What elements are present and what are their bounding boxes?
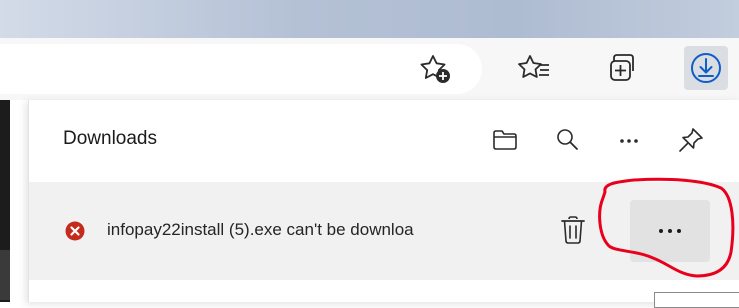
trash-icon (561, 216, 585, 244)
search-icon (557, 129, 578, 150)
page-element (654, 292, 739, 308)
add-favorite-icon (420, 55, 450, 83)
favorites-icon (518, 55, 549, 78)
tab-strip (0, 0, 739, 38)
collections-icon (610, 54, 634, 81)
more-options-button[interactable] (609, 120, 649, 160)
page-content-edge (0, 100, 10, 302)
download-item[interactable]: infopay22install (5).exe can't be downlo… (29, 182, 739, 280)
download-status-text: infopay22install (5).exe can't be downlo… (107, 220, 414, 239)
downloads-icon (691, 53, 721, 83)
more-actions-icon (659, 229, 681, 233)
panel-title: Downloads (63, 128, 157, 149)
search-downloads-button[interactable] (547, 120, 587, 160)
more-options-icon (620, 139, 638, 143)
pin-panel-button[interactable] (671, 120, 711, 160)
downloads-panel: Downloads infopay22install (5).exe can't (28, 100, 739, 302)
pin-icon (679, 128, 703, 152)
add-favorite-button[interactable] (413, 46, 457, 90)
collections-button[interactable] (601, 46, 645, 90)
favorites-button[interactable] (512, 46, 556, 90)
open-folder-button[interactable] (485, 120, 525, 160)
item-more-actions-button[interactable] (630, 200, 710, 262)
downloads-button[interactable] (684, 46, 728, 90)
delete-button[interactable] (555, 208, 591, 252)
folder-icon (493, 130, 517, 150)
error-icon (65, 221, 85, 241)
address-bar[interactable] (0, 44, 482, 94)
